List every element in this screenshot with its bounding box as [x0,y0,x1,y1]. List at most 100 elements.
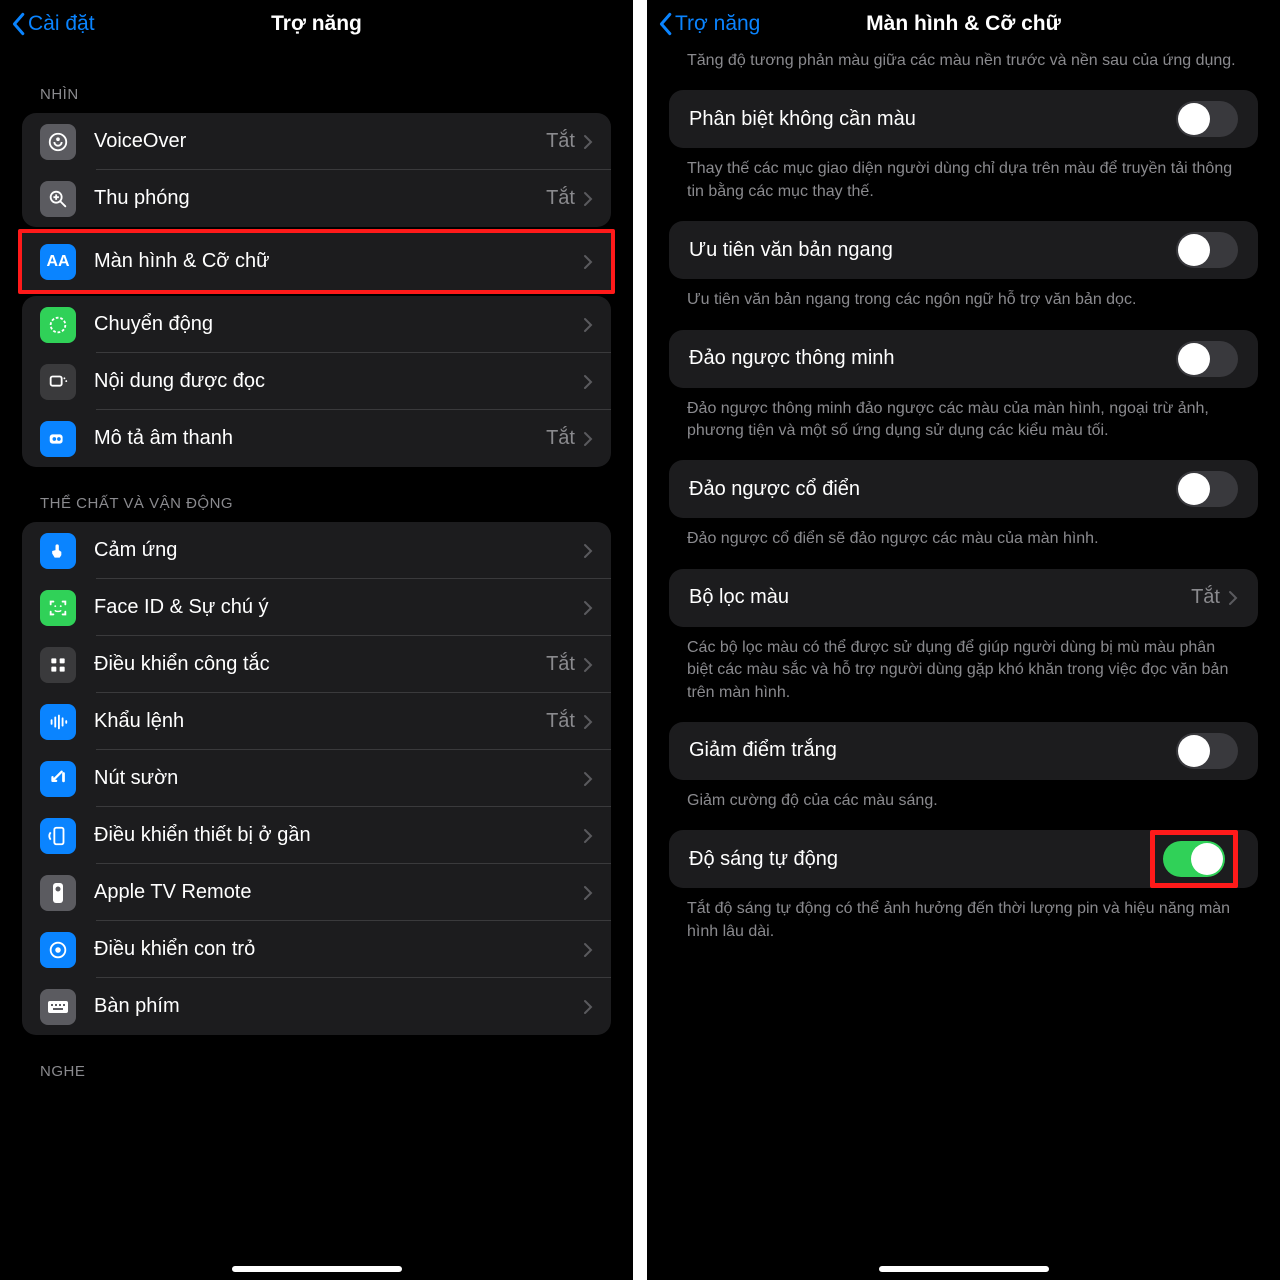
spoken-icon [40,364,76,400]
horiz-label: Ưu tiên văn bản ngang [689,239,1176,262]
row-voiceover[interactable]: VoiceOver Tắt [22,113,611,170]
content-right: Tăng độ tương phản màu giữa các màu nền … [647,48,1280,1280]
group-horiz: Ưu tiên văn bản ngang [669,221,1258,279]
group-diffnocolor: Phân biệt không cần màu [669,90,1258,148]
nearby-icon [40,818,76,854]
audiodesc-value: Tắt [546,427,575,450]
section-hear: NGHE [40,1063,611,1080]
chevron-right-icon [583,999,593,1015]
display-label: Màn hình & Cỡ chữ [94,250,583,273]
section-physical: THỂ CHẤT VÀ VẬN ĐỘNG [40,495,611,512]
voicectl-icon [40,704,76,740]
nearby-label: Điều khiển thiết bị ở gần [94,824,583,847]
touch-icon [40,533,76,569]
sidebtn-label: Nút sườn [94,767,583,790]
group-colorfilter: Bộ lọc màu Tắt [669,569,1258,627]
back-button[interactable]: Cài đặt [10,12,95,36]
horiz-toggle[interactable] [1176,232,1238,268]
row-horiz[interactable]: Ưu tiên văn bản ngang [669,221,1258,279]
group-autobright: Độ sáng tự động [669,830,1258,888]
pointer-icon [40,932,76,968]
group-classicinv: Đảo ngược cổ điển [669,460,1258,518]
group-smartinv: Đảo ngược thông minh [669,330,1258,388]
chevron-right-icon [583,885,593,901]
header-left: Cài đặt Trợ năng [0,0,633,48]
header-right: Trợ năng Màn hình & Cỡ chữ [647,0,1280,48]
row-keyboard[interactable]: Bàn phím [22,978,611,1035]
row-sidebtn[interactable]: Nút sườn [22,750,611,807]
home-indicator[interactable] [232,1266,402,1272]
row-display-text[interactable]: AA Màn hình & Cỡ chữ [22,233,611,290]
group-see2: Chuyển động Nội dung được đọc Mô tả âm t… [22,296,611,467]
whitepoint-desc: Giảm cường độ của các màu sáng. [669,780,1258,830]
diffnocolor-desc: Thay thế các mục giao diện người dùng ch… [669,148,1258,221]
keyboard-label: Bàn phím [94,995,583,1018]
row-motion[interactable]: Chuyển động [22,296,611,353]
chevron-right-icon [583,657,593,673]
row-whitepoint[interactable]: Giảm điểm trắng [669,722,1258,780]
right-phone: Trợ năng Màn hình & Cỡ chữ Tăng độ tương… [647,0,1280,1280]
row-switch[interactable]: Điều khiển công tắc Tắt [22,636,611,693]
row-faceid[interactable]: Face ID & Sự chú ý [22,579,611,636]
zoom-value: Tắt [546,187,575,210]
left-phone: Cài đặt Trợ năng NHÌN VoiceOver Tắt Thu … [0,0,633,1280]
pointer-label: Điều khiển con trỏ [94,938,583,961]
autobright-desc: Tắt độ sáng tự động có thể ảnh hưởng đến… [669,888,1258,961]
chevron-right-icon [583,771,593,787]
whitepoint-label: Giảm điểm trắng [689,739,1176,762]
faceid-icon [40,590,76,626]
switch-value: Tắt [546,653,575,676]
appletv-label: Apple TV Remote [94,881,583,904]
switch-icon [40,647,76,683]
group-physical: Cảm ứng Face ID & Sự chú ý Điều khiển cô… [22,522,611,1035]
row-colorfilter[interactable]: Bộ lọc màu Tắt [669,569,1258,627]
audiodesc-icon [40,421,76,457]
row-appletv[interactable]: Apple TV Remote [22,864,611,921]
colorfilter-desc: Các bộ lọc màu có thể được sử dụng để gi… [669,627,1258,722]
page-title: Màn hình & Cỡ chữ [866,12,1061,36]
row-touch[interactable]: Cảm ứng [22,522,611,579]
row-spoken[interactable]: Nội dung được đọc [22,353,611,410]
display-text-icon: AA [40,244,76,280]
autobright-toggle[interactable] [1163,841,1225,877]
keyboard-icon [40,989,76,1025]
classicinv-toggle[interactable] [1176,471,1238,507]
chevron-right-icon [583,600,593,616]
faceid-label: Face ID & Sự chú ý [94,596,583,619]
voiceover-value: Tắt [546,130,575,153]
row-zoom[interactable]: Thu phóng Tắt [22,170,611,227]
motion-label: Chuyển động [94,313,583,336]
switch-label: Điều khiển công tắc [94,653,546,676]
row-audiodesc[interactable]: Mô tả âm thanh Tắt [22,410,611,467]
whitepoint-toggle[interactable] [1176,733,1238,769]
diffnocolor-toggle[interactable] [1176,101,1238,137]
chevron-left-icon [10,12,26,36]
smartinv-desc: Đảo ngược thông minh đảo ngược các màu c… [669,388,1258,461]
voiceover-icon [40,124,76,160]
row-diffnocolor[interactable]: Phân biệt không cần màu [669,90,1258,148]
classicinv-label: Đảo ngược cổ điển [689,478,1176,501]
row-pointer[interactable]: Điều khiển con trỏ [22,921,611,978]
row-classicinv[interactable]: Đảo ngược cổ điển [669,460,1258,518]
appletv-icon [40,875,76,911]
row-smartinv[interactable]: Đảo ngược thông minh [669,330,1258,388]
back-label: Trợ năng [675,12,760,36]
chevron-right-icon [583,317,593,333]
diffnocolor-label: Phân biệt không cần màu [689,108,1176,131]
smartinv-toggle[interactable] [1176,341,1238,377]
voicectl-label: Khẩu lệnh [94,710,546,733]
audiodesc-label: Mô tả âm thanh [94,427,546,450]
back-button[interactable]: Trợ năng [657,12,760,36]
row-autobright[interactable]: Độ sáng tự động [669,830,1258,888]
row-nearby[interactable]: Điều khiển thiết bị ở gần [22,807,611,864]
page-title: Trợ năng [271,12,362,36]
row-voicectl[interactable]: Khẩu lệnh Tắt [22,693,611,750]
chevron-right-icon [583,714,593,730]
chevron-right-icon [583,191,593,207]
section-see: NHÌN [40,86,611,103]
autobright-label: Độ sáng tự động [689,848,1150,871]
home-indicator[interactable] [879,1266,1049,1272]
motion-icon [40,307,76,343]
back-label: Cài đặt [28,12,95,36]
spoken-label: Nội dung được đọc [94,370,583,393]
